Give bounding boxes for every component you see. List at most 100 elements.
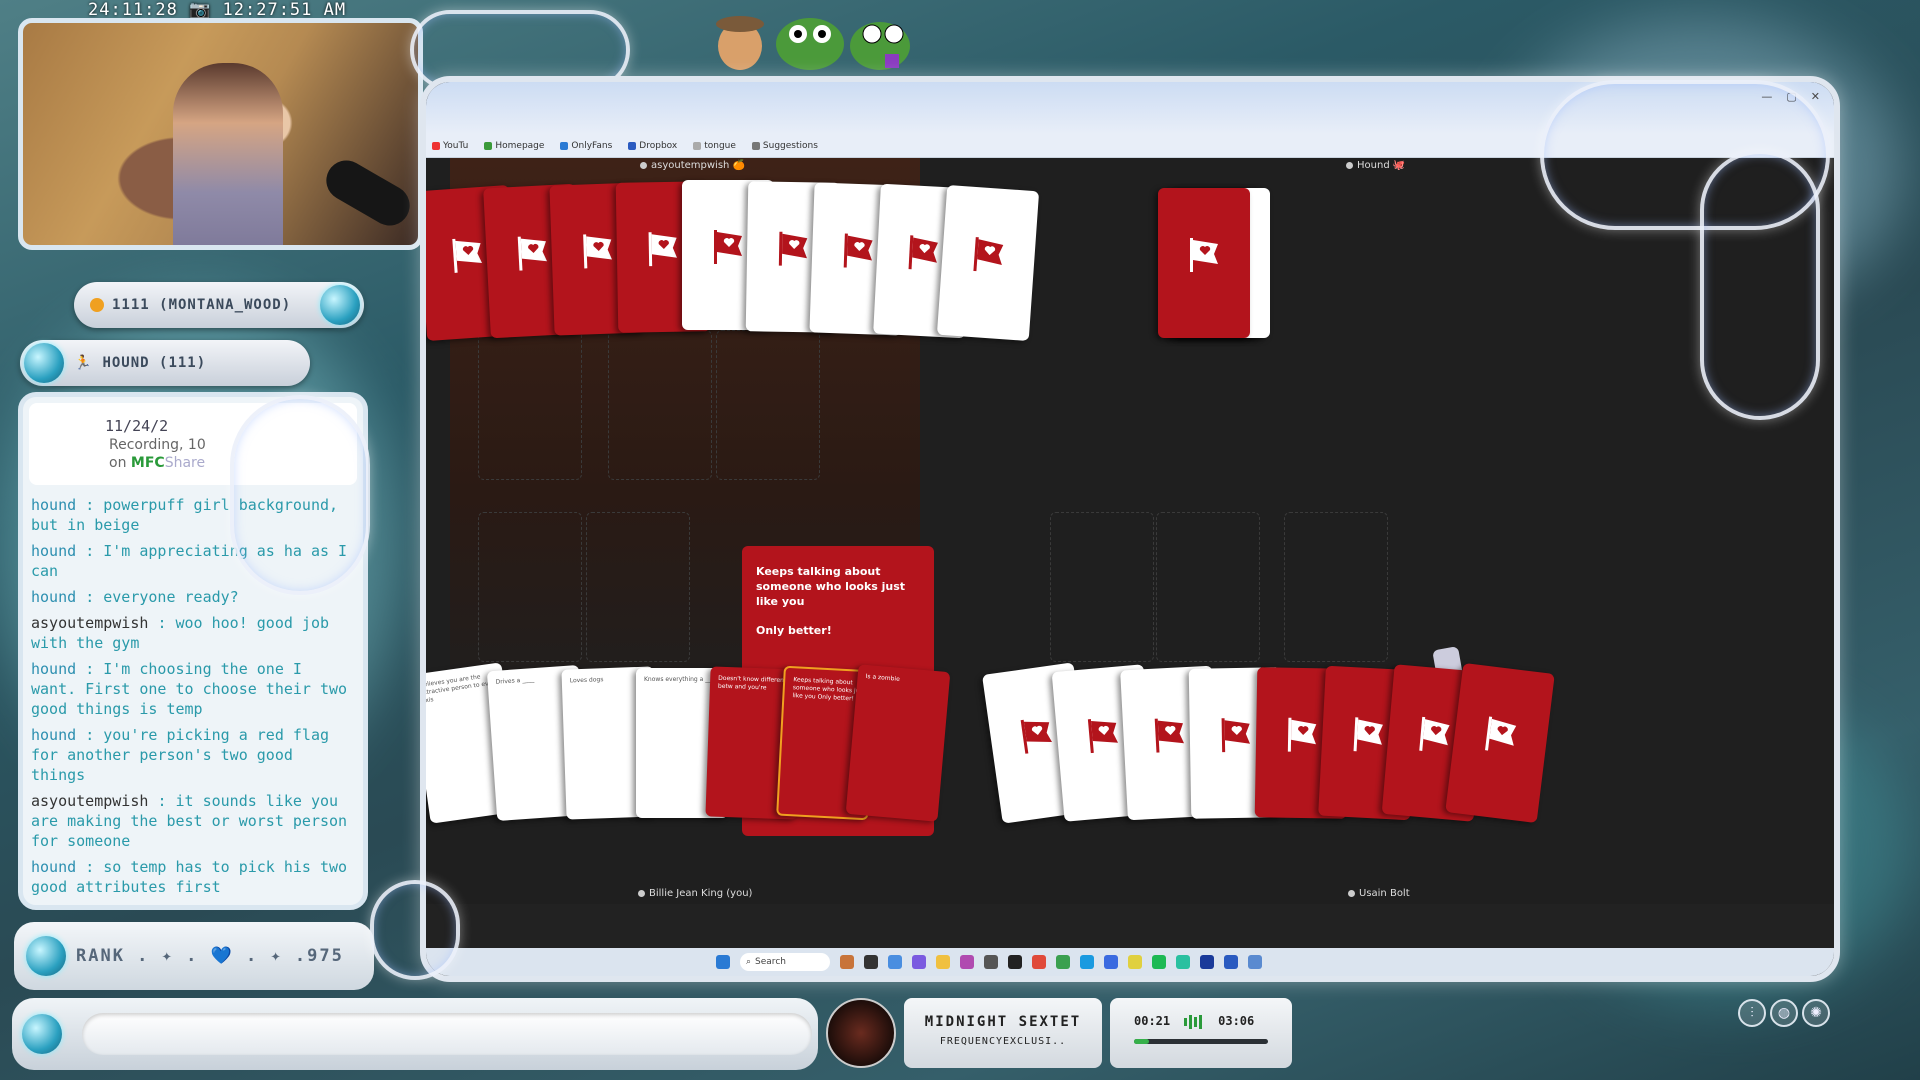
now-playing: MIDNIGHT SEXTET FREQUENCYEXCLUSI.. <box>904 998 1102 1068</box>
gem-icon <box>22 1014 62 1054</box>
rank-bar: RANK . ✦ . 💙 . ✦ .975 <box>14 922 374 990</box>
player-label: Billie Jean King (you) <box>649 888 753 899</box>
chat-text: : so temp has to pick his two good attri… <box>31 858 348 896</box>
bookmark-icon <box>693 141 702 150</box>
app-icon[interactable] <box>1008 955 1022 969</box>
chat-header-recording: Recording, 10 <box>109 437 206 453</box>
hand-card[interactable]: Is a zombie <box>845 664 951 822</box>
bookmark-item[interactable]: Homepage <box>484 141 544 151</box>
empty-card-slot[interactable] <box>608 330 712 480</box>
rank-label: RANK . ✦ . 💙 . ✦ .975 <box>76 946 344 966</box>
music-player: 00:21 03:06 <box>1110 998 1292 1068</box>
player-dot-icon <box>640 162 647 169</box>
hand-card-text: Is a zombie <box>865 672 901 683</box>
bookmark-label: Dropbox <box>639 140 678 151</box>
bottom-progress-bar <box>12 998 818 1070</box>
globe-icon[interactable]: ◍ <box>1770 999 1798 1027</box>
chat-text: : you're picking a red flag for another … <box>31 726 330 784</box>
deck-card[interactable] <box>1158 188 1250 338</box>
app-icon[interactable] <box>1176 955 1190 969</box>
bookmark-item[interactable]: Suggestions <box>751 140 818 151</box>
stream-timestamp: 24:11:28 📷 12:27:51 AM <box>88 0 347 20</box>
chrome-icon[interactable] <box>1056 955 1070 969</box>
empty-card-slot[interactable] <box>1156 512 1260 662</box>
chat-username[interactable]: asyoutempwish <box>31 792 148 810</box>
app-icon[interactable] <box>984 955 998 969</box>
bottom-track <box>82 1013 812 1055</box>
empty-card-slot[interactable] <box>1284 512 1388 662</box>
chat-username[interactable]: hound <box>31 588 76 606</box>
bookmark-icon <box>560 141 569 150</box>
opponent-card[interactable] <box>936 184 1040 342</box>
player-label: Hound 🐙 <box>1357 160 1406 171</box>
empty-card-slot[interactable] <box>1050 512 1154 662</box>
opponent-card[interactable] <box>1445 662 1555 824</box>
frog-emote-sticker <box>716 16 910 70</box>
chat-username[interactable]: hound <box>31 542 76 560</box>
game-board: asyoutempwish 🍊 Hound 🐙 Billie Jean King… <box>426 158 1834 904</box>
app-icon[interactable] <box>1224 955 1238 969</box>
app-icon[interactable] <box>912 955 926 969</box>
bookmark-item[interactable]: OnlyFans <box>560 141 612 151</box>
app-icon[interactable] <box>864 955 878 969</box>
bookmark-item[interactable]: tongue <box>693 141 736 151</box>
chat-username[interactable]: hound <box>31 726 76 744</box>
song-title: MIDNIGHT SEXTET <box>924 1014 1082 1030</box>
chrome-ornament-frame <box>370 880 460 980</box>
chat-header-date: 11/24/2 <box>105 417 169 435</box>
chat-message: asyoutempwish : woo hoo! good job with t… <box>31 613 355 653</box>
app-icon[interactable] <box>888 955 902 969</box>
coin-icon <box>90 298 104 312</box>
gem-icon <box>320 285 360 325</box>
app-icon[interactable] <box>1128 955 1142 969</box>
center-card-line1: Keeps talking about someone who looks ju… <box>756 565 906 608</box>
center-card-line2: Only better! <box>756 624 832 637</box>
bookmark-item[interactable]: YouTu <box>432 141 468 151</box>
equalizer-button-icon[interactable]: ⫶ <box>1738 999 1766 1027</box>
app-icon[interactable] <box>1104 955 1118 969</box>
folder-icon[interactable] <box>936 955 950 969</box>
chat-header-on-label: on <box>109 455 127 471</box>
hound-pill: 🏃 HOUND (111) <box>20 340 310 386</box>
spotify-icon[interactable] <box>1152 955 1166 969</box>
corner-controls: ⫶ ◍ ✺ <box>1738 999 1830 1027</box>
empty-card-slot[interactable] <box>478 512 582 662</box>
chat-username[interactable]: asyoutempwish <box>31 614 148 632</box>
player-label: Usain Bolt <box>1359 888 1410 899</box>
streamer-figure <box>173 63 283 245</box>
bookmark-label: Suggestions <box>762 140 818 151</box>
app-icon[interactable] <box>960 955 974 969</box>
player-name-top-left: asyoutempwish 🍊 <box>640 160 745 171</box>
chat-username[interactable]: hound <box>31 496 76 514</box>
bookmark-label: YouTu <box>443 140 469 151</box>
microphone <box>319 153 417 233</box>
app-icon[interactable] <box>840 955 854 969</box>
runner-icon: 🏃 <box>74 355 93 371</box>
app-icon[interactable] <box>1032 955 1046 969</box>
close-icon[interactable]: ✕ <box>1811 90 1820 103</box>
app-icon[interactable] <box>1200 955 1214 969</box>
bookmark-label: tongue <box>704 140 736 151</box>
player-label: asyoutempwish 🍊 <box>651 160 746 171</box>
gem-icon <box>24 343 64 383</box>
bookmark-icon <box>432 141 440 150</box>
taskbar-search[interactable]: ⌕ Search <box>740 953 830 971</box>
chat-message: hound : you're picking a red flag for an… <box>31 725 355 785</box>
gem-icon <box>26 936 66 976</box>
skype-icon[interactable] <box>1080 955 1094 969</box>
player-dot-icon <box>1348 890 1355 897</box>
chat-username[interactable]: hound <box>31 660 76 678</box>
app-icon[interactable] <box>1248 955 1262 969</box>
chat-username[interactable]: hound <box>31 858 76 876</box>
hound-pill-label: HOUND (111) <box>102 355 207 371</box>
empty-card-slot[interactable] <box>478 330 582 480</box>
bookmark-icon <box>751 141 760 150</box>
bookmark-label: OnlyFans <box>571 140 613 151</box>
empty-card-slot[interactable] <box>716 330 820 480</box>
empty-card-slot[interactable] <box>586 512 690 662</box>
windows-start-icon[interactable] <box>716 955 730 969</box>
sparkle-icon[interactable]: ✺ <box>1802 999 1830 1027</box>
bookmark-item[interactable]: Dropbox <box>628 141 677 151</box>
player-name-bottom-right: Usain Bolt <box>1348 888 1410 899</box>
chat-header-on: on MFCShare <box>109 455 205 471</box>
